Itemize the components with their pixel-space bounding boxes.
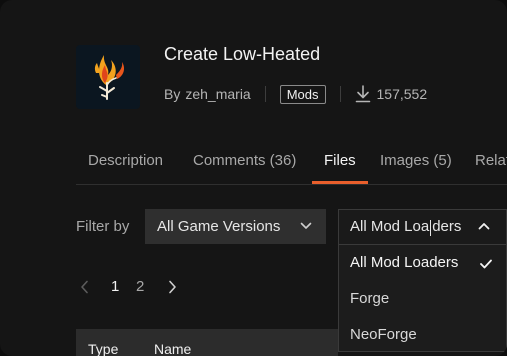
filter-label: Filter by — [76, 218, 130, 235]
tab-files[interactable]: Files — [324, 152, 356, 169]
tab-description[interactable]: Description — [88, 152, 163, 169]
game-versions-dropdown[interactable]: All Game Versions — [145, 209, 326, 244]
category-badge[interactable]: Mods — [279, 84, 326, 104]
meta-divider — [339, 86, 341, 102]
page-2-button[interactable]: 2 — [136, 278, 144, 295]
author-link[interactable]: zeh_maria — [185, 86, 250, 102]
download-icon — [355, 85, 370, 103]
menu-option-neoforge[interactable]: NeoForge — [350, 326, 417, 343]
project-page: Create Low-Heated By zeh_maria Mods 157,… — [0, 0, 507, 356]
chevron-down-icon — [300, 222, 312, 229]
project-meta: By zeh_maria Mods 157,552 — [164, 84, 427, 104]
tab-images[interactable]: Images (5) — [380, 152, 452, 169]
mod-loaders-value: All Mod Loa ders — [350, 218, 462, 236]
by-label: By — [164, 86, 181, 102]
download-count: 157,552 — [376, 86, 428, 102]
menu-option-all-mod-loaders[interactable]: All Mod Loaders — [350, 254, 500, 274]
menu-option-forge[interactable]: Forge — [350, 290, 389, 307]
active-tab-indicator — [312, 181, 368, 184]
chevron-left-icon[interactable] — [80, 280, 89, 294]
tab-comments[interactable]: Comments (36) — [193, 152, 296, 169]
project-title: Create Low-Heated — [164, 44, 321, 64]
tab-relations[interactable]: Relat — [475, 152, 507, 169]
meta-divider — [264, 86, 266, 102]
column-header-name[interactable]: Name — [154, 341, 191, 356]
project-logo — [76, 45, 140, 109]
column-header-type[interactable]: Type — [88, 341, 118, 356]
flame-logo-icon — [94, 55, 125, 100]
page-1-button[interactable]: 1 — [111, 278, 119, 295]
chevron-up-icon — [478, 223, 490, 230]
files-table-header: Type Name — [76, 329, 338, 356]
game-versions-value: All Game Versions — [157, 218, 281, 235]
checkmark-icon — [480, 259, 492, 269]
project-tabs: Description Comments (36) Files Images (… — [76, 144, 507, 185]
mod-loaders-dropdown[interactable]: All Mod Loa ders — [338, 209, 507, 244]
chevron-right-icon[interactable] — [168, 280, 177, 294]
mod-loaders-menu: All Mod Loaders Forge NeoForge — [338, 244, 507, 352]
